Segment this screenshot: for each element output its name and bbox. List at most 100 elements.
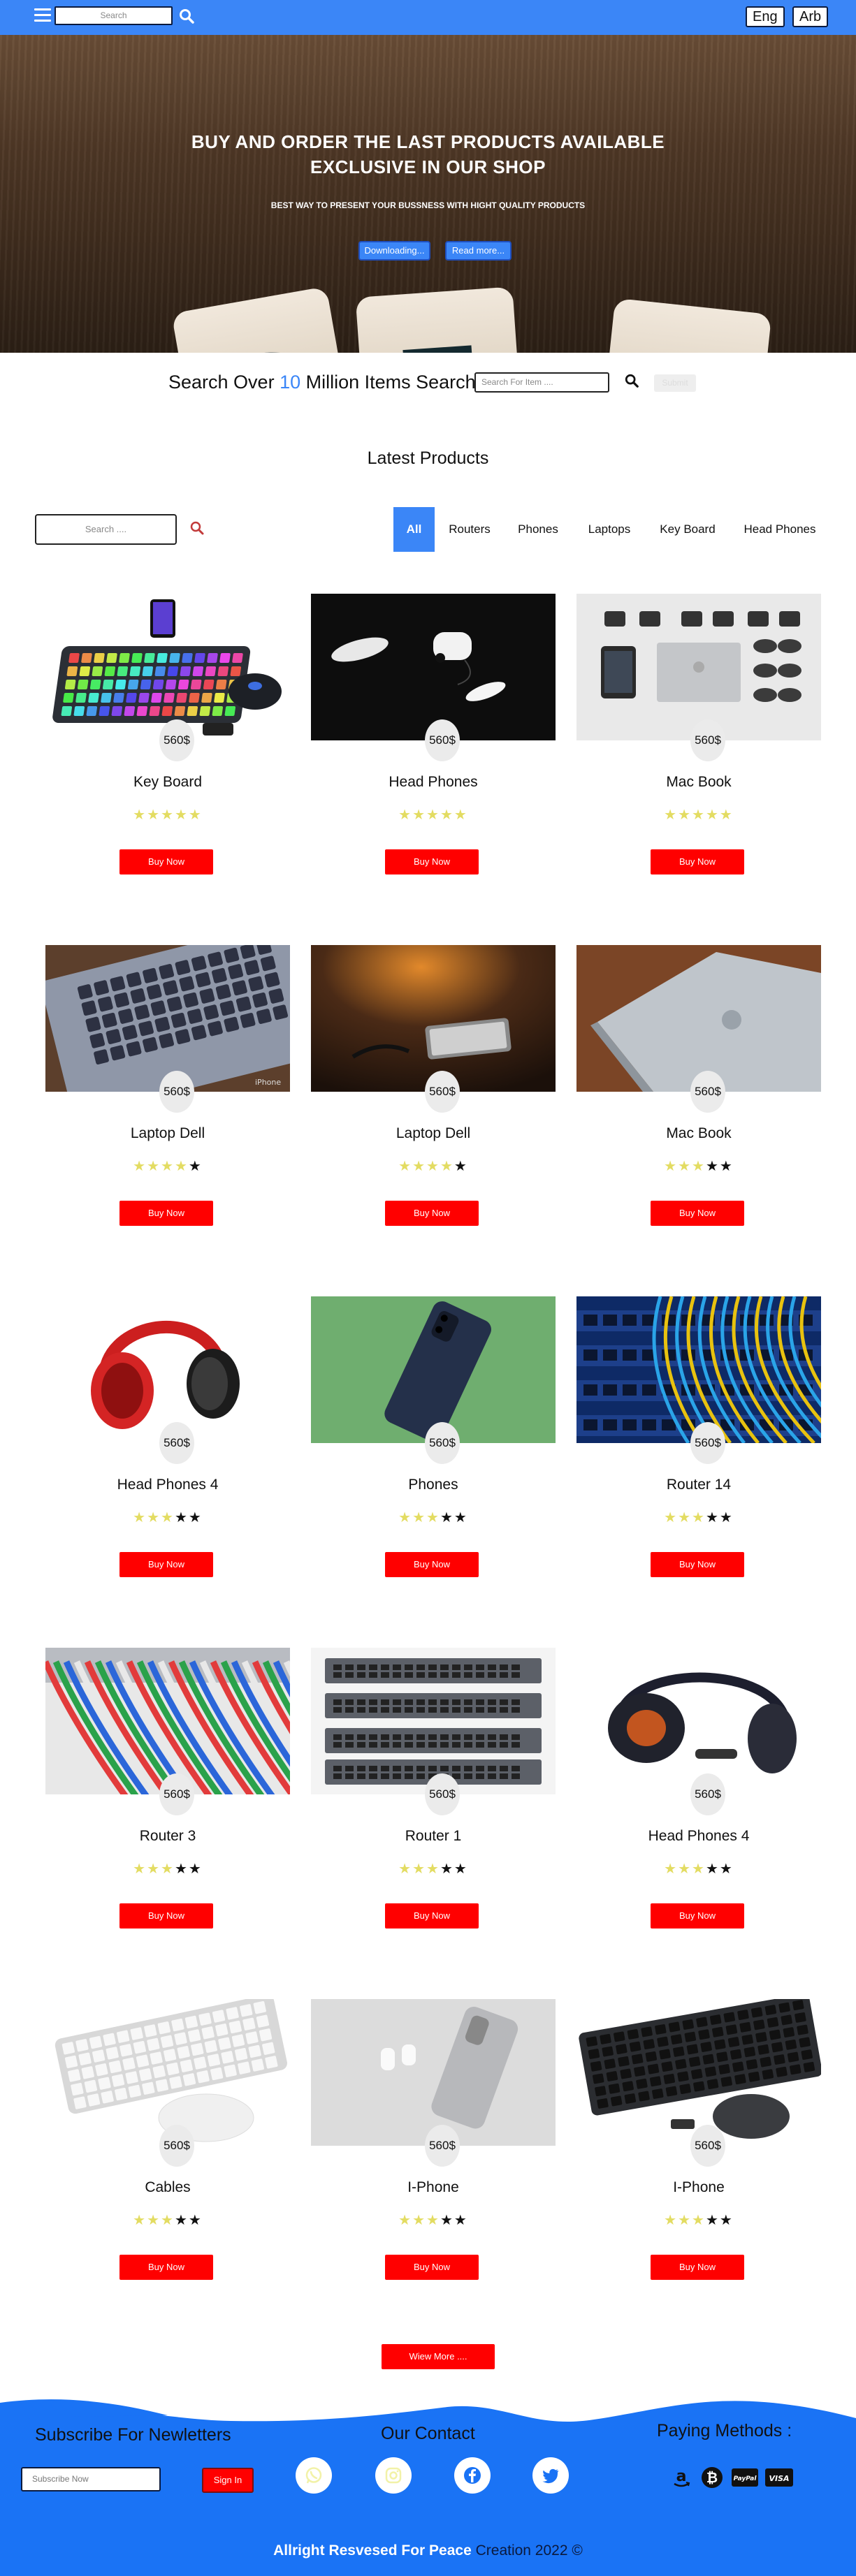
search-icon[interactable] xyxy=(624,373,639,388)
menu-icon[interactable] xyxy=(34,8,51,24)
buy-now-button[interactable]: Buy Now xyxy=(651,1552,744,1577)
product-image[interactable] xyxy=(45,1999,290,2146)
star-filled-icon: ★ xyxy=(133,2213,147,2228)
buy-now-button[interactable]: Buy Now xyxy=(119,2255,213,2280)
product-image[interactable] xyxy=(311,1296,556,1443)
product-image[interactable] xyxy=(311,594,556,740)
product-price-badge: 560$ xyxy=(690,1773,725,1815)
item-search-input[interactable]: Search For Item .... xyxy=(474,372,609,393)
star-filled-icon: ★ xyxy=(664,807,679,823)
product-image[interactable] xyxy=(45,1296,290,1443)
buy-now-button[interactable]: Buy Now xyxy=(385,1201,479,1226)
search-icon[interactable] xyxy=(189,520,205,536)
svg-text:a: a xyxy=(676,2468,687,2485)
hero-read-more-button[interactable]: Read more... xyxy=(445,241,512,261)
product-card: 560$ Head Phones 4 ★★★★★ Buy Now xyxy=(576,1648,821,1948)
lang-arabic-button[interactable]: Arb xyxy=(792,6,829,27)
product-search-input[interactable]: Search .... xyxy=(35,514,177,545)
twitter-icon[interactable] xyxy=(532,2457,569,2494)
nav-search-input[interactable]: Search xyxy=(55,6,173,25)
product-price-badge: 560$ xyxy=(690,2125,725,2167)
star-filled-icon: ★ xyxy=(147,807,161,823)
star-filled-icon: ★ xyxy=(692,1861,706,1877)
star-filled-icon: ★ xyxy=(398,2213,413,2228)
product-rating: ★★★★★ xyxy=(576,1509,821,1526)
product-name: Mac Book xyxy=(666,1125,732,1141)
star-filled-icon: ★ xyxy=(426,2213,440,2228)
product-image[interactable] xyxy=(576,594,821,740)
star-filled-icon: ★ xyxy=(664,1159,679,1174)
buy-now-button[interactable]: Buy Now xyxy=(385,1552,479,1577)
product-name: Head Phones xyxy=(389,774,478,790)
hero-download-button[interactable]: Downloading... xyxy=(358,241,430,261)
star-filled-icon: ★ xyxy=(705,807,720,823)
paypal-icon: PayPal xyxy=(732,2468,758,2487)
star-empty-icon: ★ xyxy=(705,2213,720,2228)
svg-text:VISA: VISA xyxy=(769,2474,789,2483)
product-image[interactable] xyxy=(576,1296,821,1443)
buy-now-button[interactable]: Buy Now xyxy=(651,2255,744,2280)
buy-now-button[interactable]: Buy Now xyxy=(385,849,479,874)
buy-now-button[interactable]: Buy Now xyxy=(651,849,744,874)
product-image[interactable] xyxy=(45,1648,290,1794)
search-icon[interactable] xyxy=(178,8,195,24)
buy-now-button[interactable]: Buy Now xyxy=(385,1903,479,1929)
star-empty-icon: ★ xyxy=(719,1159,734,1174)
product-price-badge: 560$ xyxy=(159,1773,194,1815)
product-card: 560$ Laptop Dell ★★★★★ Buy Now xyxy=(311,945,556,1245)
star-filled-icon: ★ xyxy=(412,2213,427,2228)
tab-routers[interactable]: Routers xyxy=(442,507,498,552)
star-empty-icon: ★ xyxy=(454,1159,468,1174)
product-image[interactable]: iPhone xyxy=(45,945,290,1092)
product-image[interactable] xyxy=(311,1999,556,2146)
product-image[interactable] xyxy=(311,1648,556,1794)
product-card: 560$ Head Phones 4 ★★★★★ Buy Now xyxy=(45,1296,290,1597)
product-rating: ★★★★★ xyxy=(576,2211,821,2229)
buy-now-button[interactable]: Buy Now xyxy=(651,1201,744,1226)
subscribe-title: Subscribe For Newletters xyxy=(35,2425,231,2445)
product-image[interactable] xyxy=(576,945,821,1092)
product-price-badge: 560$ xyxy=(425,1773,460,1815)
product-card: 560$ Router 1 ★★★★★ Buy Now xyxy=(311,1648,556,1948)
product-rating: ★★★★★ xyxy=(311,806,556,824)
product-rating: ★★★★★ xyxy=(576,1157,821,1175)
product-image[interactable] xyxy=(576,1648,821,1794)
tab-keyboard[interactable]: Key Board xyxy=(651,507,724,552)
star-filled-icon: ★ xyxy=(188,807,203,823)
star-filled-icon: ★ xyxy=(412,807,427,823)
buy-now-button[interactable]: Buy Now xyxy=(119,1903,213,1929)
product-name: Cables xyxy=(145,2179,191,2195)
star-filled-icon: ★ xyxy=(147,1510,161,1525)
tab-laptops[interactable]: Laptops xyxy=(580,507,639,552)
product-image[interactable] xyxy=(311,945,556,1092)
tab-all[interactable]: All xyxy=(393,507,435,552)
item-search-submit-button[interactable]: Submit xyxy=(654,374,696,392)
star-empty-icon: ★ xyxy=(705,1159,720,1174)
buy-now-button[interactable]: Buy Now xyxy=(119,849,213,874)
instagram-icon[interactable] xyxy=(375,2457,412,2494)
product-name: Laptop Dell xyxy=(130,1125,205,1141)
star-filled-icon: ★ xyxy=(398,807,413,823)
product-card: 560$ Router 14 ★★★★★ Buy Now xyxy=(576,1296,821,1597)
buy-now-button[interactable]: Buy Now xyxy=(651,1903,744,1929)
lang-english-button[interactable]: Eng xyxy=(746,6,785,27)
buy-now-button[interactable]: Buy Now xyxy=(119,1201,213,1226)
star-empty-icon: ★ xyxy=(454,1861,468,1877)
view-more-button[interactable]: Wiew More .... xyxy=(382,2344,495,2369)
section-title: Latest Products xyxy=(367,448,489,468)
whatsapp-icon[interactable] xyxy=(296,2457,332,2494)
subscribe-input[interactable]: Subscribe Now xyxy=(21,2467,161,2491)
tab-head-phones[interactable]: Head Phones xyxy=(737,507,823,552)
buy-now-button[interactable]: Buy Now xyxy=(119,1552,213,1577)
product-rating: ★★★★★ xyxy=(45,1157,290,1175)
star-filled-icon: ★ xyxy=(398,1159,413,1174)
product-image[interactable] xyxy=(45,594,290,740)
product-rating: ★★★★★ xyxy=(576,806,821,824)
tab-phones[interactable]: Phones xyxy=(510,507,566,552)
product-image[interactable] xyxy=(576,1999,821,2146)
star-filled-icon: ★ xyxy=(412,1861,427,1877)
buy-now-button[interactable]: Buy Now xyxy=(385,2255,479,2280)
sign-in-button[interactable]: Sign In xyxy=(202,2468,254,2493)
facebook-icon[interactable] xyxy=(454,2457,491,2494)
star-empty-icon: ★ xyxy=(440,1510,454,1525)
